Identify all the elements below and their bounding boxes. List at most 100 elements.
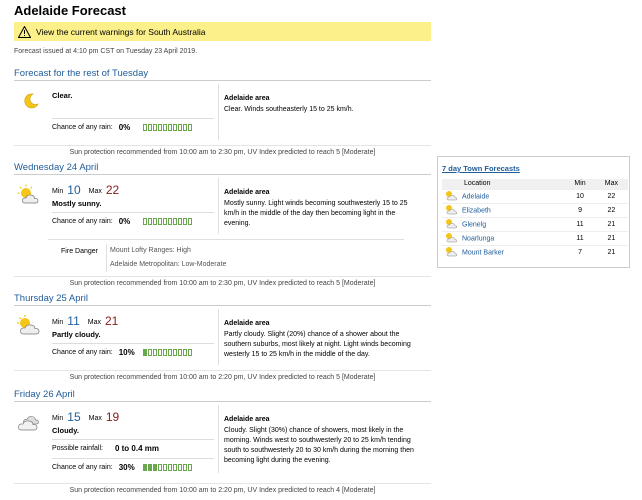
rain-bar-segment [172,349,177,356]
town-forecasts-link[interactable]: 7 day Town Forecasts [442,164,520,173]
page-title: Adelaide Forecast [14,3,126,18]
precis: Partly cloudy. [52,330,101,339]
sunny-cloud-icon [444,232,458,245]
uv-text: Sun protection recommended from 10:00 am… [14,145,431,156]
rain-bar-segment [142,218,147,225]
column-header: Location [442,179,566,189]
rain-bar-segment [147,464,152,471]
rain-chance-bar [142,349,192,356]
uv-text: Sun protection recommended from 10:00 am… [14,370,431,381]
precis: Cloudy. [52,426,79,435]
rain-chance-bar [142,218,192,225]
table-row: Mount Barker 7 21 [442,244,628,259]
town-min: 11 [565,216,595,231]
town-link[interactable]: Mount Barker [462,249,504,256]
day-heading: Forecast for the rest of Tuesday [14,68,431,81]
area-name: Adelaide area [224,189,270,196]
column-header: Max [594,179,628,189]
area-forecast: Adelaide area Cloudy. Slight (30%) chanc… [218,405,423,473]
rain-bar-segment [162,218,167,225]
rain-bar-segment [152,218,157,225]
max-temp: 22 [105,183,120,197]
rain-bar-segment [182,464,187,471]
day-heading: Friday 26 April [14,389,431,402]
warnings-link[interactable]: View the current warnings for South Aust… [36,27,205,37]
area-text: Partly cloudy. Slight (20%) chance of a … [224,331,411,358]
rain-chance-label: Chance of any rain: [52,464,113,471]
town-min: 11 [565,230,595,245]
fire-danger-label: Fire Danger [61,248,98,255]
rain-chance-value: 30% [118,463,135,472]
max-label: Max [87,319,101,326]
rain-chance-row: Chance of any rain: 10% [52,343,214,357]
rain-bar-segment [157,124,162,131]
day-heading: Wednesday 24 April [14,162,431,175]
partly-cloudy-icon [16,315,42,339]
area-text: Cloudy. Slight (30%) chance of showers, … [224,427,414,464]
town-link[interactable]: Noarlunga [462,235,494,242]
rain-bar-segment [157,464,162,471]
town-forecasts-box: 7 day Town Forecasts Location Min Max Ad… [437,156,630,268]
precis: Clear. [52,91,73,100]
rain-bar-segment [177,464,182,471]
rain-chance-row: Chance of any rain: 0% [52,118,214,132]
rain-bar-segment [142,464,147,471]
rain-bar-segment [162,124,167,131]
min-label: Min [52,188,64,195]
possible-rainfall-row: Possible rainfall: 0 to 0.4 mm [52,439,214,453]
town-link[interactable]: Glenelg [462,221,486,228]
town-max: 21 [594,216,628,231]
area-name: Adelaide area [224,416,270,423]
area-text: Mostly sunny. Light winds becoming south… [224,200,408,227]
rain-bar-segment [142,349,147,356]
town-link[interactable]: Elizabeth [462,207,491,214]
min-temp: 10 [67,183,81,197]
max-temp: 21 [104,314,119,328]
town-max: 21 [594,244,628,259]
rain-chance-value: 0% [118,217,131,226]
rain-chance-row: Chance of any rain: 30% [52,458,214,472]
sunny-cloud-icon [444,190,458,203]
table-row: Noarlunga 11 21 [442,230,628,245]
fire-danger-item: Adelaide Metropolitan: Low-Moderate [110,261,227,268]
rain-bar-segment [157,218,162,225]
rain-bar-segment [162,349,167,356]
fire-danger: Fire Danger Mount Lofty Ranges: High Ade… [48,239,404,272]
rain-chance-value: 0% [118,123,131,132]
rain-bar-segment [172,124,177,131]
fire-danger-values: Mount Lofty Ranges: High Adelaide Metrop… [106,244,226,272]
rain-bar-segment [182,124,187,131]
uv-text: Sun protection recommended from 10:00 am… [14,276,431,287]
column-header: Min [565,179,595,189]
rain-chance-label: Chance of any rain: [52,349,113,356]
table-row: Elizabeth 9 22 [442,202,628,217]
rain-bar-segment [167,349,172,356]
warning-icon [18,25,31,38]
min-max: Min 10 Max 22 [52,183,127,197]
rain-bar-segment [147,218,152,225]
rain-bar-segment [172,218,177,225]
area-forecast: Adelaide area Mostly sunny. Light winds … [218,178,423,234]
rain-bar-segment [162,464,167,471]
rain-bar-segment [177,124,182,131]
area-name: Adelaide area [224,95,270,102]
sunny-cloud-icon [16,184,42,208]
town-forecasts-table: Location Min Max Adelaide 10 22 Elizabeth 9 2… [442,179,628,259]
max-temp: 19 [105,410,120,424]
rain-chance-label: Chance of any rain: [52,218,113,225]
town-link[interactable]: Adelaide [462,193,489,200]
rain-chance-row: Chance of any rain: 0% [52,212,214,226]
max-label: Max [88,415,102,422]
rain-bar-segment [147,349,152,356]
precis: Mostly sunny. [52,199,102,208]
rain-chance-bar [142,124,192,131]
min-temp: 15 [67,410,81,424]
cloudy-icon [16,411,42,435]
uv-text: Sun protection recommended from 10:00 am… [14,483,431,494]
rain-bar-segment [147,124,152,131]
rain-chance-value: 10% [118,348,135,357]
rain-bar-segment [167,464,172,471]
rain-chance-label: Chance of any rain: [52,124,113,131]
rain-bar-segment [187,218,192,225]
warning-banner[interactable]: View the current warnings for South Aust… [14,22,431,41]
